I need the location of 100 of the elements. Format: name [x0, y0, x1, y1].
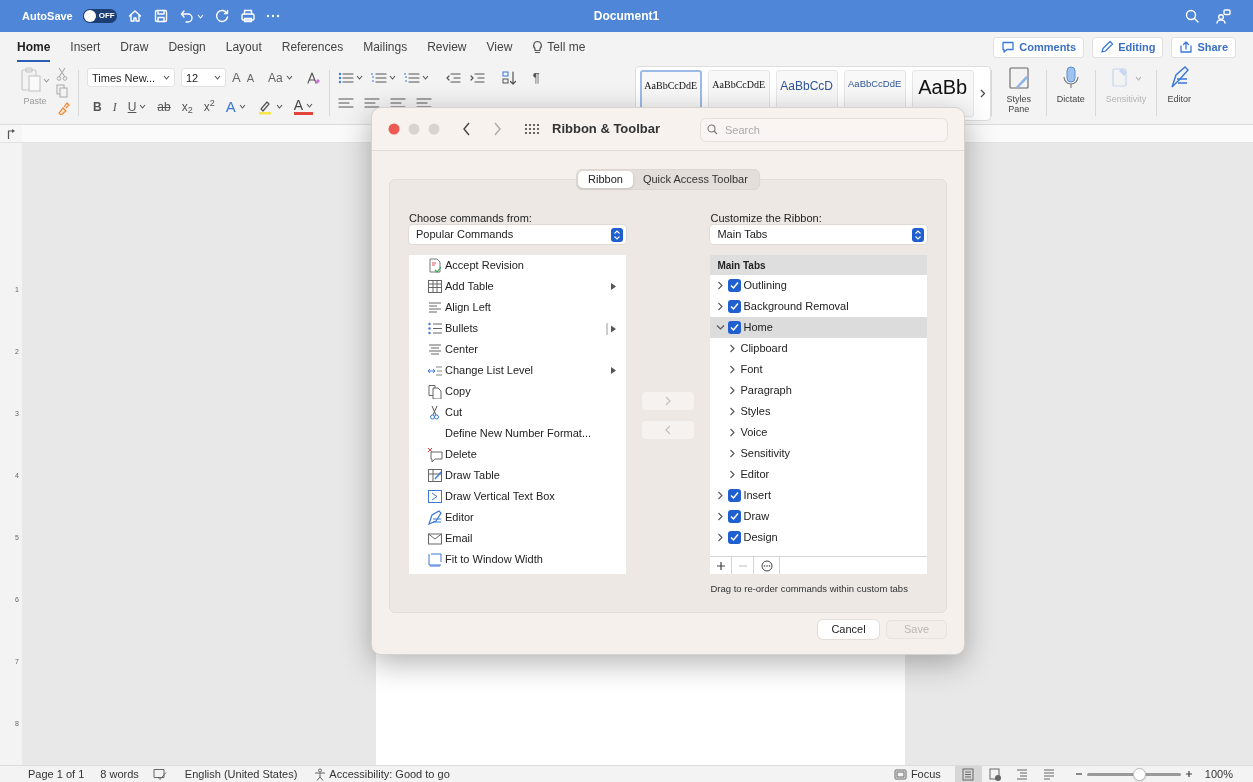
command-item[interactable]: Center — [409, 339, 626, 360]
menu-tab[interactable]: Home — [17, 32, 51, 62]
submenu-arrow-icon[interactable] — [610, 367, 616, 374]
undo-icon[interactable] — [178, 8, 195, 24]
command-item[interactable]: Accept Revision — [409, 255, 626, 276]
justify-icon[interactable] — [415, 96, 432, 109]
command-item[interactable]: Draw Vertical Text Box — [409, 486, 626, 507]
chevron-right-icon[interactable] — [716, 302, 726, 311]
command-item[interactable]: Editor — [409, 507, 626, 528]
font-color-button[interactable]: A — [293, 98, 314, 116]
command-item[interactable]: Delete — [409, 444, 626, 465]
command-item[interactable]: Add Table — [409, 276, 626, 297]
command-item[interactable]: Define New Number Format... — [409, 423, 626, 444]
menu-tab[interactable]: View — [486, 32, 513, 62]
home-icon[interactable] — [126, 8, 143, 24]
tree-item[interactable]: Background Removal — [710, 296, 927, 317]
caret-icon[interactable] — [306, 102, 314, 108]
caret-icon[interactable] — [238, 104, 246, 110]
chevron-right-icon[interactable] — [728, 407, 738, 416]
checkbox[interactable] — [728, 300, 742, 313]
ribbon-popup[interactable]: Main Tabs — [710, 225, 927, 244]
segment-tab[interactable]: Quick Access Toolbar — [632, 171, 758, 188]
font-size-field[interactable]: 12 — [181, 68, 226, 88]
tree-item[interactable]: Design — [710, 527, 927, 548]
back-icon[interactable] — [462, 122, 471, 136]
submenu-arrow-icon[interactable] — [610, 283, 616, 290]
chevron-right-icon[interactable] — [728, 428, 738, 437]
header-button[interactable]: Editing — [1092, 36, 1164, 58]
ribbon-tool-button[interactable]: Styles Pane — [991, 62, 1046, 124]
menu-tab[interactable]: Review — [427, 32, 467, 62]
menu-tab[interactable]: Insert — [70, 32, 101, 62]
superscript-button[interactable]: x$^{2}$ — [203, 97, 215, 116]
chevron-down-icon[interactable] — [716, 323, 726, 332]
tell-me-button[interactable]: Tell me — [532, 38, 586, 56]
chevron-right-icon[interactable] — [728, 470, 738, 479]
bold-button[interactable]: B — [93, 97, 102, 116]
accessibility-button[interactable]: Accessibility: Good to go — [313, 765, 450, 782]
tree-item[interactable]: Outlining — [710, 275, 927, 296]
grid-icon[interactable] — [524, 123, 540, 135]
chevron-right-icon[interactable] — [979, 89, 986, 98]
people-icon[interactable] — [1215, 8, 1231, 24]
checkbox[interactable] — [728, 321, 742, 334]
font-name-field[interactable]: Times New... — [87, 68, 175, 88]
subscript-button[interactable]: x$_{2}$ — [181, 97, 193, 116]
tree-item[interactable]: Clipboard — [710, 338, 927, 359]
dialog-button[interactable]: Cancel — [818, 620, 879, 639]
split-arrow-icon[interactable] — [605, 322, 616, 335]
menu-tab[interactable]: Draw — [120, 32, 149, 62]
caret-icon[interactable] — [163, 75, 170, 81]
command-item[interactable]: Copy — [409, 381, 626, 402]
sort-icon[interactable] — [500, 69, 517, 86]
menu-tab[interactable]: References — [281, 32, 344, 62]
align-center-icon[interactable] — [363, 96, 380, 109]
command-item[interactable]: Align Left — [409, 297, 626, 318]
proofing-icon[interactable] — [152, 768, 167, 780]
checkbox[interactable] — [728, 510, 742, 523]
command-item[interactable]: Cut — [409, 402, 626, 423]
strikethrough-button[interactable]: ab — [157, 97, 171, 116]
language-button[interactable]: English (United States) — [184, 765, 298, 782]
checkbox[interactable] — [728, 489, 742, 502]
tree-item[interactable]: Styles — [710, 401, 927, 422]
menu-tab[interactable]: Mailings — [363, 32, 408, 62]
chevron-right-icon[interactable] — [728, 344, 738, 353]
search-field[interactable]: Search — [700, 118, 948, 142]
tree-item[interactable]: Insert — [710, 485, 927, 506]
command-item[interactable]: Change List Level — [409, 360, 626, 381]
minus-icon[interactable] — [1074, 770, 1083, 778]
ribbon-tool-button[interactable]: Dictate — [1046, 62, 1095, 124]
tree-item[interactable]: Editor — [710, 464, 927, 485]
multilevel-list-icon[interactable] — [403, 70, 420, 85]
italic-button[interactable]: I — [112, 97, 117, 116]
underline-button[interactable]: U — [127, 97, 147, 116]
search-icon[interactable] — [1185, 9, 1199, 23]
menu-tab[interactable]: Design — [168, 32, 206, 62]
header-button[interactable]: Comments — [993, 36, 1085, 58]
align-right-icon[interactable] — [389, 96, 406, 109]
tree-item[interactable]: Voice — [710, 422, 927, 443]
close-icon[interactable] — [388, 123, 400, 135]
chevron-right-icon[interactable] — [728, 449, 738, 458]
checkbox[interactable] — [728, 531, 742, 544]
tree-item[interactable]: Home — [710, 317, 927, 338]
tree-item[interactable]: Draw — [710, 506, 927, 527]
caret-icon[interactable] — [139, 104, 147, 110]
tree-item[interactable]: Font — [710, 359, 927, 380]
autosave-toggle[interactable]: OFF — [82, 9, 117, 23]
shrink-font-button[interactable]: A — [246, 69, 254, 86]
print-icon[interactable] — [239, 8, 256, 24]
command-item[interactable]: Bullets — [409, 318, 626, 339]
chevron-right-icon[interactable] — [716, 533, 726, 542]
caret-icon[interactable] — [214, 75, 221, 81]
tree-item[interactable]: Paragraph — [710, 380, 927, 401]
more-icon[interactable] — [265, 14, 280, 18]
text-effects-button[interactable]: A — [225, 95, 246, 118]
command-item[interactable]: Fit to Window Width — [409, 549, 626, 570]
command-item[interactable]: Draw Table — [409, 465, 626, 486]
plus-icon[interactable] — [1184, 770, 1193, 778]
command-item[interactable]: Email — [409, 528, 626, 549]
ribbon-tool-button[interactable]: Editor — [1157, 62, 1202, 124]
slider-thumb[interactable] — [1132, 767, 1146, 781]
chevron-right-icon[interactable] — [716, 491, 726, 500]
